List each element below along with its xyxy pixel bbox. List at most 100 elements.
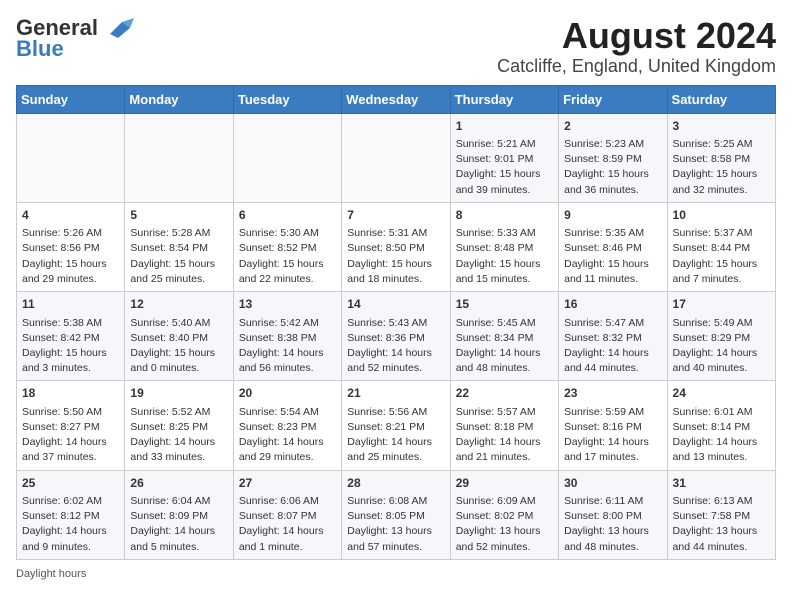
day-info: Sunset: 8:27 PM [22, 420, 119, 435]
logo: General Blue [16, 16, 134, 62]
day-info: Sunset: 8:05 PM [347, 509, 444, 524]
day-info: Daylight: 13 hours and 48 minutes. [564, 524, 661, 554]
calendar-cell: 1Sunrise: 5:21 AMSunset: 9:01 PMDaylight… [450, 113, 558, 202]
day-info: Daylight: 14 hours and 9 minutes. [22, 524, 119, 554]
day-number: 19 [130, 385, 227, 402]
day-info: Sunrise: 5:40 AM [130, 316, 227, 331]
day-info: Sunrise: 5:56 AM [347, 405, 444, 420]
calendar-week-row: 18Sunrise: 5:50 AMSunset: 8:27 PMDayligh… [17, 381, 776, 470]
day-info: Sunrise: 6:13 AM [673, 494, 770, 509]
day-number: 9 [564, 207, 661, 224]
day-number: 7 [347, 207, 444, 224]
day-number: 29 [456, 475, 553, 492]
day-info: Daylight: 14 hours and 17 minutes. [564, 435, 661, 465]
day-number: 4 [22, 207, 119, 224]
day-info: Sunset: 8:23 PM [239, 420, 336, 435]
day-info: Sunrise: 5:45 AM [456, 316, 553, 331]
day-number: 12 [130, 296, 227, 313]
day-info: Sunrise: 5:47 AM [564, 316, 661, 331]
calendar-cell: 20Sunrise: 5:54 AMSunset: 8:23 PMDayligh… [233, 381, 341, 470]
calendar-cell: 30Sunrise: 6:11 AMSunset: 8:00 PMDayligh… [559, 470, 667, 559]
day-number: 13 [239, 296, 336, 313]
day-info: Sunrise: 6:01 AM [673, 405, 770, 420]
day-info: Sunrise: 5:49 AM [673, 316, 770, 331]
day-info: Daylight: 13 hours and 52 minutes. [456, 524, 553, 554]
calendar-header-row: SundayMondayTuesdayWednesdayThursdayFrid… [17, 85, 776, 113]
day-info: Sunset: 8:00 PM [564, 509, 661, 524]
day-number: 27 [239, 475, 336, 492]
day-info: Daylight: 15 hours and 15 minutes. [456, 257, 553, 287]
calendar-cell [17, 113, 125, 202]
day-info: Daylight: 14 hours and 21 minutes. [456, 435, 553, 465]
day-info: Sunrise: 5:57 AM [456, 405, 553, 420]
day-number: 22 [456, 385, 553, 402]
calendar-cell: 3Sunrise: 5:25 AMSunset: 8:58 PMDaylight… [667, 113, 775, 202]
calendar-cell: 27Sunrise: 6:06 AMSunset: 8:07 PMDayligh… [233, 470, 341, 559]
calendar-cell: 15Sunrise: 5:45 AMSunset: 8:34 PMDayligh… [450, 292, 558, 381]
day-number: 5 [130, 207, 227, 224]
calendar-cell: 25 Sunrise: 6:02 AMSunset: 8:12 PMDayligh… [17, 470, 125, 559]
day-info: Daylight: 14 hours and 37 minutes. [22, 435, 119, 465]
day-info: Sunrise: 5:59 AM [564, 405, 661, 420]
calendar-cell: 24Sunrise: 6:01 AMSunset: 8:14 PMDayligh… [667, 381, 775, 470]
day-info: Sunset: 8:56 PM [22, 241, 119, 256]
calendar-cell: 31 Sunrise: 6:13 AMSunset: 7:58 PMDayligh… [667, 470, 775, 559]
day-info: Daylight: 14 hours and 40 minutes. [673, 346, 770, 376]
day-info: Sunset: 8:50 PM [347, 241, 444, 256]
day-info: Daylight: 15 hours and 25 minutes. [130, 257, 227, 287]
day-info: Sunrise: 5:54 AM [239, 405, 336, 420]
day-info: Sunset: 8:44 PM [673, 241, 770, 256]
calendar-cell: 29 Sunrise: 6:09 AMSunset: 8:02 PMDayligh… [450, 470, 558, 559]
day-info: Sunrise: 5:52 AM [130, 405, 227, 420]
day-info: Sunrise: 5:28 AM [130, 226, 227, 241]
day-info: Sunset: 8:58 PM [673, 152, 770, 167]
day-info: Sunset: 8:12 PM [22, 509, 119, 524]
page-subtitle: Catcliffe, England, United Kingdom [497, 56, 776, 77]
calendar-cell: 5 Sunrise: 5:28 AMSunset: 8:54 PMDaylight… [125, 202, 233, 291]
day-number: 18 [22, 385, 119, 402]
day-number: 8 [456, 207, 553, 224]
day-info: Sunset: 8:48 PM [456, 241, 553, 256]
day-number: 10 [673, 207, 770, 224]
calendar-cell: 7Sunrise: 5:31 AMSunset: 8:50 PMDaylight… [342, 202, 450, 291]
day-info: Sunrise: 6:04 AM [130, 494, 227, 509]
day-number: 25 [22, 475, 119, 492]
day-number: 24 [673, 385, 770, 402]
day-info: Sunrise: 5:37 AM [673, 226, 770, 241]
day-info: Sunrise: 5:43 AM [347, 316, 444, 331]
day-info: Sunset: 7:58 PM [673, 509, 770, 524]
day-info: Sunrise: 6:09 AM [456, 494, 553, 509]
day-info: Sunset: 8:54 PM [130, 241, 227, 256]
day-info: Daylight: 13 hours and 44 minutes. [673, 524, 770, 554]
day-info: Sunset: 8:59 PM [564, 152, 661, 167]
calendar-day-header: Thursday [450, 85, 558, 113]
calendar-cell: 13Sunrise: 5:42 AMSunset: 8:38 PMDayligh… [233, 292, 341, 381]
calendar-day-header: Wednesday [342, 85, 450, 113]
day-info: Sunset: 9:01 PM [456, 152, 553, 167]
calendar-cell: 23Sunrise: 5:59 AMSunset: 8:16 PMDayligh… [559, 381, 667, 470]
day-info: Sunset: 8:02 PM [456, 509, 553, 524]
calendar-cell: 2Sunrise: 5:23 AMSunset: 8:59 PMDaylight… [559, 113, 667, 202]
day-number: 31 [673, 475, 770, 492]
calendar-day-header: Friday [559, 85, 667, 113]
day-info: Daylight: 15 hours and 39 minutes. [456, 167, 553, 197]
day-info: Daylight: 14 hours and 52 minutes. [347, 346, 444, 376]
page-title: August 2024 [497, 16, 776, 56]
day-info: Daylight: 15 hours and 36 minutes. [564, 167, 661, 197]
day-number: 1 [456, 118, 553, 135]
day-info: Sunrise: 6:02 AM [22, 494, 119, 509]
calendar-cell: 16Sunrise: 5:47 AMSunset: 8:32 PMDayligh… [559, 292, 667, 381]
calendar-cell: 4Sunrise: 5:26 AMSunset: 8:56 PMDaylight… [17, 202, 125, 291]
day-info: Daylight: 15 hours and 11 minutes. [564, 257, 661, 287]
day-info: Sunrise: 6:06 AM [239, 494, 336, 509]
day-number: 28 [347, 475, 444, 492]
day-info: Sunrise: 5:42 AM [239, 316, 336, 331]
calendar-cell: 9Sunrise: 5:35 AMSunset: 8:46 PMDaylight… [559, 202, 667, 291]
calendar-week-row: 1Sunrise: 5:21 AMSunset: 9:01 PMDaylight… [17, 113, 776, 202]
day-number: 26 [130, 475, 227, 492]
calendar-cell: 6Sunrise: 5:30 AMSunset: 8:52 PMDaylight… [233, 202, 341, 291]
day-info: Daylight: 15 hours and 29 minutes. [22, 257, 119, 287]
calendar-day-header: Sunday [17, 85, 125, 113]
calendar-cell: 21Sunrise: 5:56 AMSunset: 8:21 PMDayligh… [342, 381, 450, 470]
day-info: Daylight: 14 hours and 29 minutes. [239, 435, 336, 465]
